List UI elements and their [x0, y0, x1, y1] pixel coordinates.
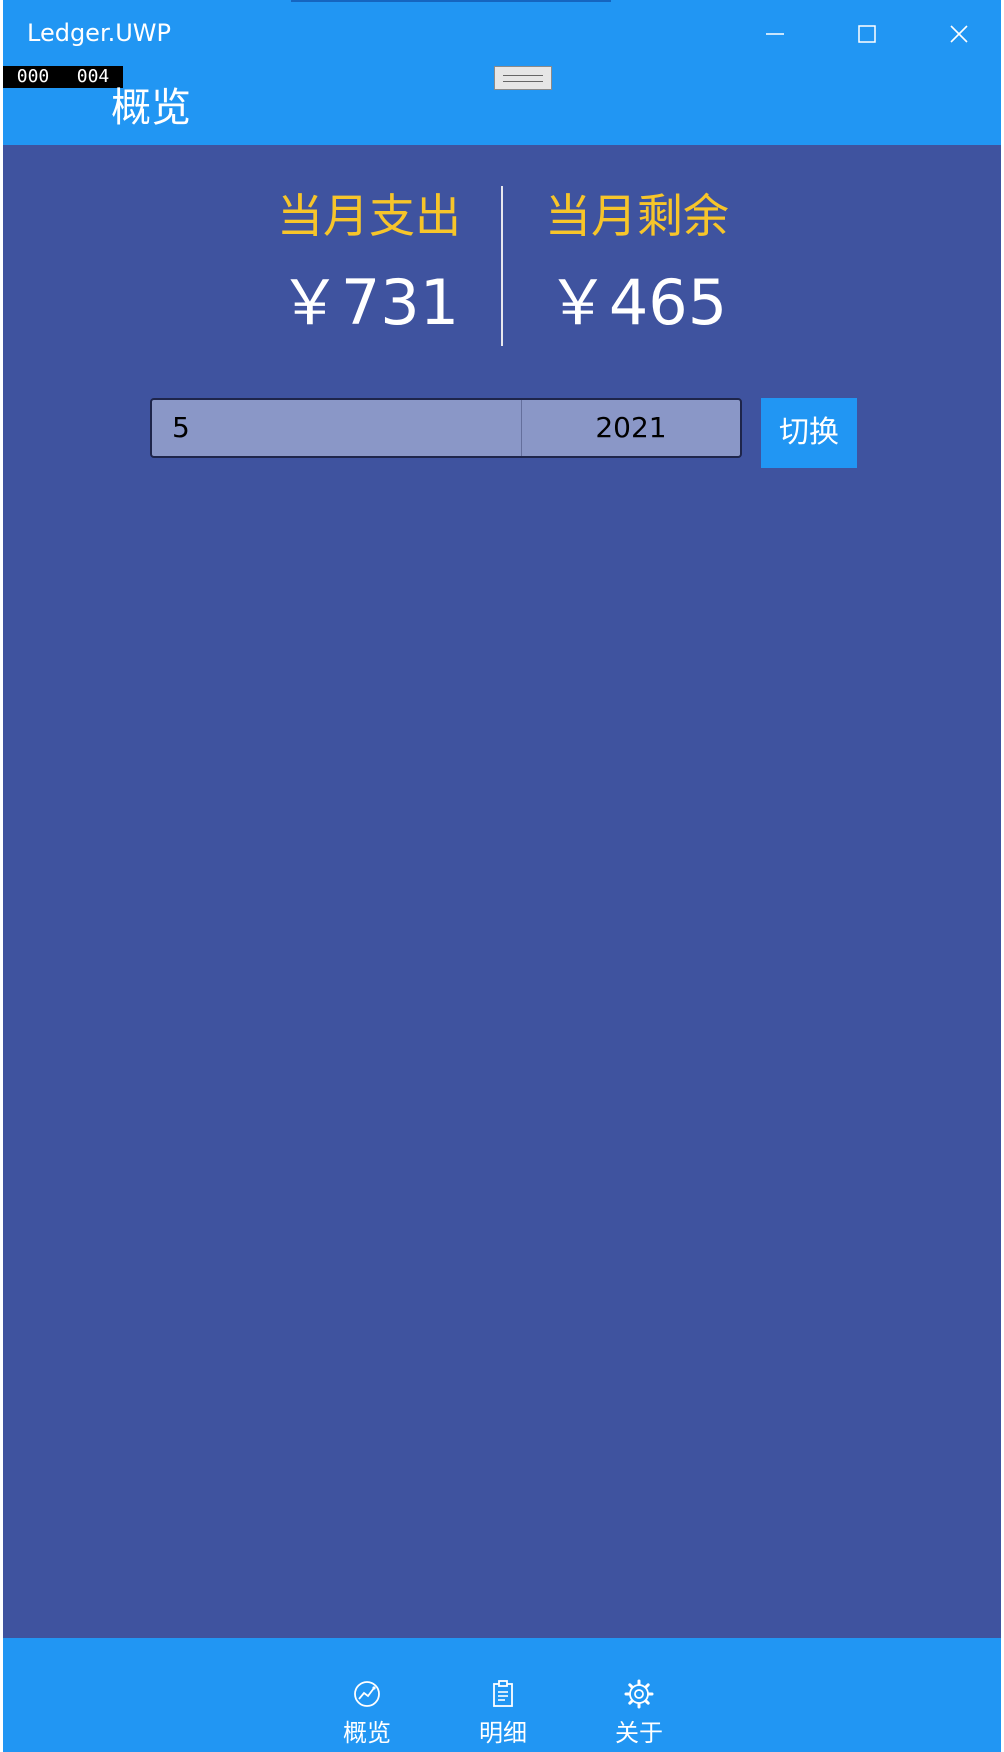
window-title: Ledger.UWP — [27, 19, 172, 47]
maximize-button[interactable] — [821, 0, 913, 68]
gear-icon — [624, 1679, 654, 1709]
title-bar-accent — [291, 0, 611, 2]
minimize-button[interactable] — [729, 0, 821, 68]
maximize-icon — [858, 25, 876, 43]
app-window: Ledger.UWP 000 004 概览 当月支出 ￥731 当月剩余 ￥46… — [0, 0, 1004, 1752]
summary-divider — [501, 186, 503, 346]
drag-handle-lines — [503, 74, 543, 82]
remaining-label: 当月剩余 — [545, 189, 729, 243]
drag-handle[interactable] — [494, 66, 552, 90]
remaining-summary: 当月剩余 ￥465 — [517, 186, 757, 342]
minimize-icon — [766, 33, 784, 35]
page-title: 概览 — [111, 85, 191, 131]
expense-value: ￥731 — [278, 266, 460, 339]
close-button[interactable] — [913, 0, 1001, 68]
switch-button[interactable]: 切换 — [761, 398, 857, 468]
close-icon — [950, 25, 968, 43]
app-content: Ledger.UWP 000 004 概览 当月支出 ￥731 当月剩余 ￥46… — [3, 0, 1001, 1752]
clipboard-icon — [493, 1680, 513, 1707]
counter-right: 004 — [76, 66, 110, 87]
nav-item-about[interactable]: 关于 — [579, 1638, 699, 1752]
counter-left: 000 — [16, 66, 50, 87]
nav-label-about: 关于 — [615, 1719, 663, 1747]
expense-summary: 当月支出 ￥731 — [249, 186, 489, 342]
year-picker[interactable]: 2021 — [522, 400, 740, 456]
expense-label: 当月支出 — [277, 189, 461, 243]
nav-label-overview: 概览 — [343, 1719, 391, 1747]
date-picker[interactable]: 5 2021 — [150, 398, 742, 458]
dashboard-icon — [354, 1681, 380, 1707]
nav-item-details[interactable]: 明细 — [443, 1638, 563, 1752]
bottom-nav: 概览 明细 关于 — [3, 1638, 1001, 1752]
nav-item-overview[interactable]: 概览 — [307, 1638, 427, 1752]
remaining-value: ￥465 — [546, 266, 728, 339]
month-picker[interactable]: 5 — [152, 400, 522, 456]
frame-counter: 000 004 — [3, 66, 123, 88]
nav-label-details: 明细 — [479, 1719, 527, 1747]
title-bar: Ledger.UWP 000 004 概览 — [3, 0, 1001, 145]
